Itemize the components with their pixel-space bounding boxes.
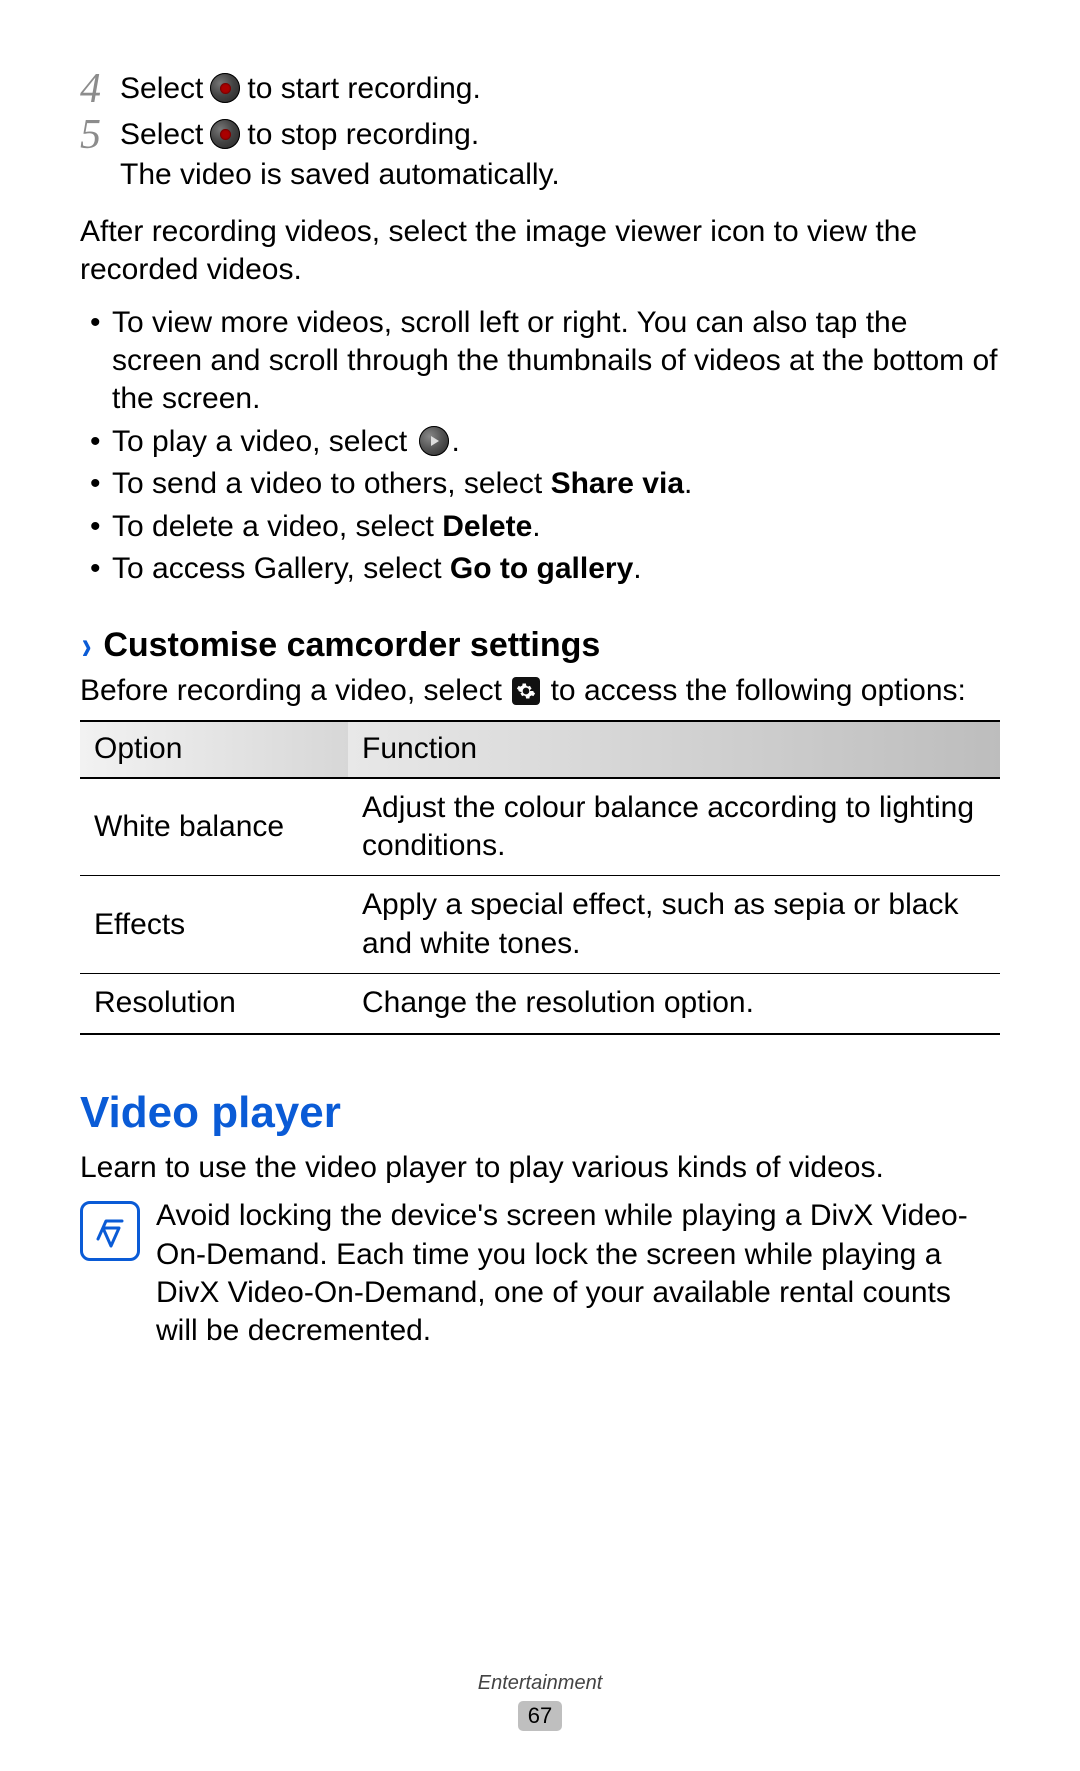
cell-option: White balance <box>80 778 348 876</box>
subsection-intro: Before recording a video, select to acce… <box>80 672 1000 710</box>
table-row: Resolution Change the resolution option. <box>80 974 1000 1034</box>
cell-function: Adjust the colour balance according to l… <box>348 778 1000 876</box>
section-intro: Learn to use the video player to play va… <box>80 1149 1000 1187</box>
cell-option: Effects <box>80 876 348 974</box>
step-5: 5 Select to stop recording. The video is… <box>80 116 1000 195</box>
list-text: To access Gallery, select <box>112 552 450 585</box>
list-text: To send a video to others, select <box>112 467 551 500</box>
chevron-icon: › <box>82 626 92 666</box>
record-icon <box>210 119 240 149</box>
paragraph: After recording videos, select the image… <box>80 213 1000 290</box>
step-body: Select to stop recording. The video is s… <box>120 116 1000 195</box>
list-item: To view more videos, scroll left or righ… <box>80 304 1000 419</box>
options-table: Option Function White balance Adjust the… <box>80 720 1000 1034</box>
page-number: 67 <box>518 1701 562 1731</box>
footer-category: Entertainment <box>0 1671 1080 1697</box>
list-text: . <box>684 467 692 500</box>
note-block: Avoid locking the device's screen while … <box>80 1197 1000 1351</box>
step-text: to start recording. <box>247 70 480 108</box>
bullet-list: To view more videos, scroll left or righ… <box>80 304 1000 589</box>
cell-function: Apply a special effect, such as sepia or… <box>348 876 1000 974</box>
list-bold: Delete <box>442 510 532 543</box>
step-number: 5 <box>80 114 120 156</box>
subsection-title: Customise camcorder settings <box>103 624 600 668</box>
table-row: White balance Adjust the colour balance … <box>80 778 1000 876</box>
table-header-option: Option <box>80 721 348 777</box>
step-subtext: The video is saved automatically. <box>120 156 1000 194</box>
table-header-function: Function <box>348 721 1000 777</box>
list-bold: Share via <box>551 467 684 500</box>
document-page: 4 Select to start recording. 5 Select to… <box>0 0 1080 1771</box>
list-item: To access Gallery, select Go to gallery. <box>80 550 1000 588</box>
table-row: Effects Apply a special effect, such as … <box>80 876 1000 974</box>
list-item: To send a video to others, select Share … <box>80 465 1000 503</box>
page-footer: Entertainment 67 <box>0 1671 1080 1731</box>
step-text: Select <box>120 70 203 108</box>
intro-text: Before recording a video, select <box>80 674 502 707</box>
cell-option: Resolution <box>80 974 348 1034</box>
step-body: Select to start recording. <box>120 70 1000 108</box>
play-icon <box>419 426 449 456</box>
list-item: To delete a video, select Delete. <box>80 508 1000 546</box>
list-text: . <box>532 510 540 543</box>
list-bold: Go to gallery <box>450 552 633 585</box>
note-text: Avoid locking the device's screen while … <box>156 1197 1000 1351</box>
list-text: To delete a video, select <box>112 510 442 543</box>
subsection-heading: › Customise camcorder settings <box>80 624 1000 668</box>
step-number: 4 <box>80 68 120 110</box>
step-4: 4 Select to start recording. <box>80 70 1000 110</box>
gear-icon <box>512 677 540 705</box>
list-text: To play a video, select <box>112 425 407 458</box>
cell-function: Change the resolution option. <box>348 974 1000 1034</box>
list-text: . <box>633 552 641 585</box>
section-heading: Video player <box>80 1085 1000 1141</box>
intro-text: to access the following options: <box>551 674 966 707</box>
step-text: to stop recording. <box>247 116 479 154</box>
note-icon <box>80 1201 140 1261</box>
list-text: . <box>452 425 460 458</box>
list-item: To play a video, select . <box>80 423 1000 461</box>
list-text: To view more videos, scroll left or righ… <box>112 306 998 416</box>
step-text: Select <box>120 116 203 154</box>
record-icon <box>210 73 240 103</box>
